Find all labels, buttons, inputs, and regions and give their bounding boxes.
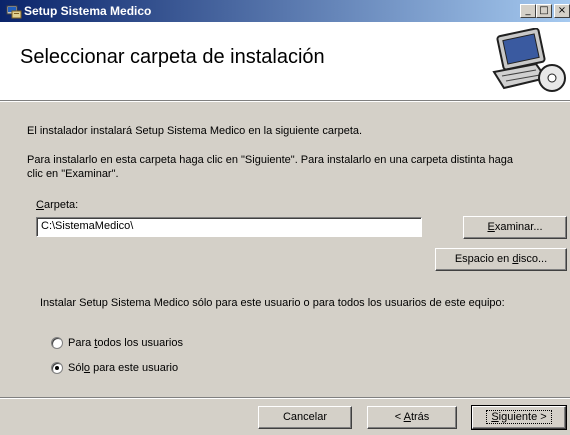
disk-space-button[interactable]: Espacio en disco... <box>435 248 567 271</box>
folder-label: Carpeta: <box>36 199 79 211</box>
radio-only-me[interactable] <box>51 362 63 374</box>
cancel-button[interactable]: Cancelar <box>258 406 352 429</box>
page-title: Seleccionar carpeta de instalación <box>20 46 325 68</box>
maximize-button[interactable]: □ <box>536 4 552 18</box>
radio-only-me-label[interactable]: Sólo para este usuario <box>68 362 178 374</box>
instructions-line-2: clic en "Examinar". <box>27 168 119 180</box>
setup-app-icon <box>6 5 22 19</box>
back-button[interactable]: < Atrás <box>367 406 457 429</box>
radio-all-users-label[interactable]: Para todos los usuarios <box>68 337 183 349</box>
wizard-header: Seleccionar carpeta de instalación <box>0 22 570 101</box>
minimize-button[interactable]: _ <box>520 4 536 18</box>
browse-button[interactable]: Examinar... <box>463 216 567 239</box>
close-button[interactable]: × <box>554 4 570 18</box>
intro-text: El instalador instalará Setup Sistema Me… <box>27 125 363 137</box>
computer-cd-icon <box>492 28 566 92</box>
header-divider <box>0 101 570 102</box>
footer-divider-highlight <box>0 398 570 399</box>
instructions-line-1: Para instalarlo en esta carpeta haga cli… <box>27 154 514 166</box>
window-title: Setup Sistema Medico <box>24 4 152 18</box>
radio-all-users[interactable] <box>51 337 63 349</box>
folder-path-input[interactable]: C:\SistemaMedico\ <box>36 217 422 237</box>
install-scope-question: Instalar Setup Sistema Medico sólo para … <box>40 297 505 309</box>
title-bar[interactable]: Setup Sistema Medico _ □ × <box>0 0 570 22</box>
next-button[interactable]: Siguiente > <box>471 405 567 430</box>
